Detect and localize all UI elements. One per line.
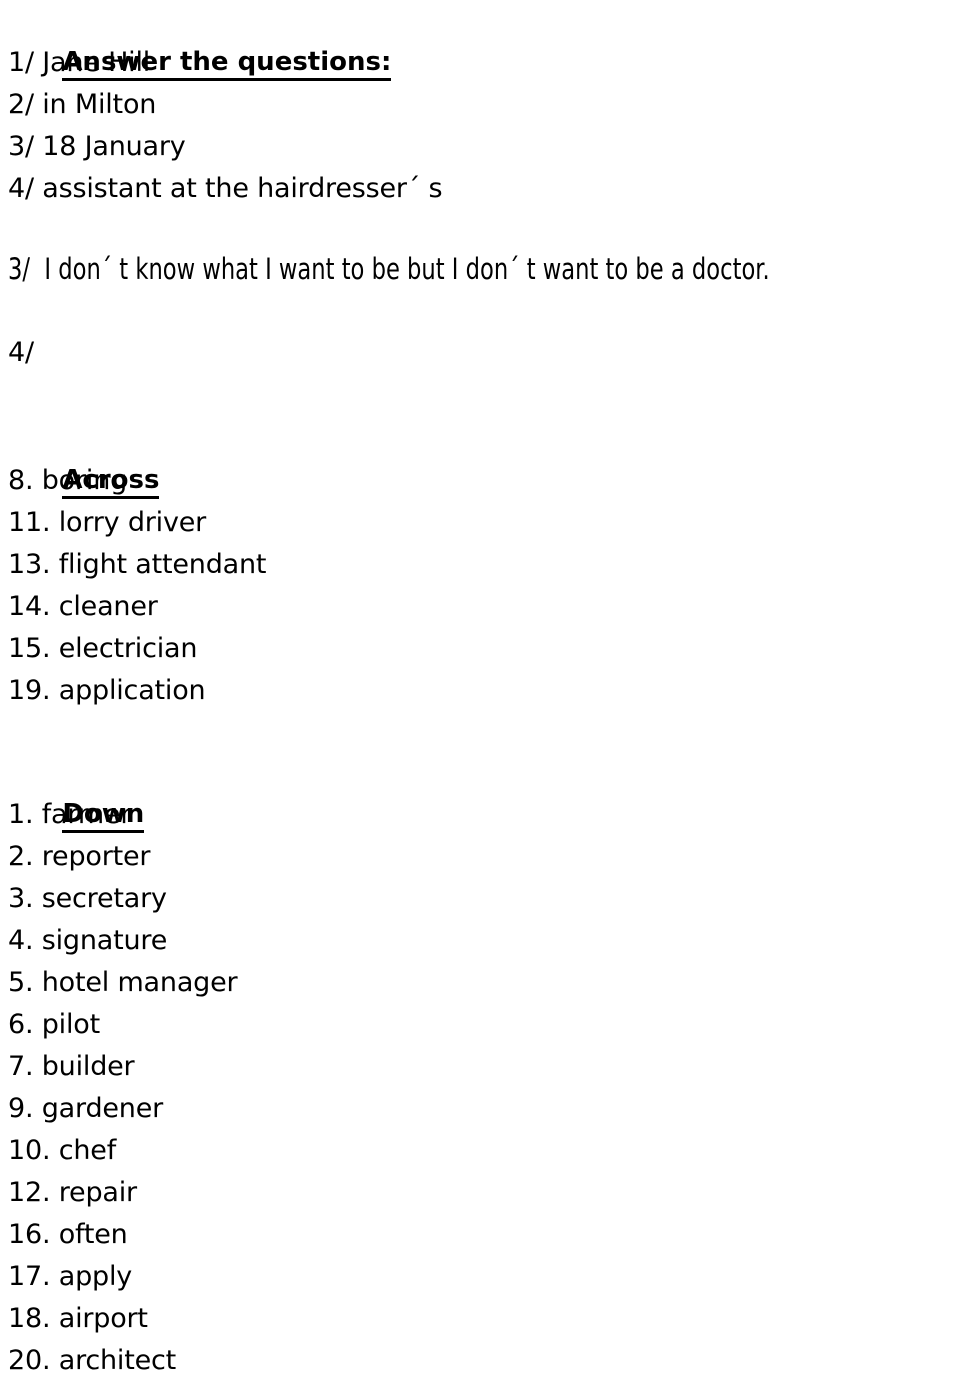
- across-item: 19. application: [8, 675, 206, 706]
- down-item: 6. pilot: [8, 1009, 100, 1040]
- sentence-answer-item: 3/ I don´ t know what I want to be but I…: [8, 252, 770, 286]
- down-item: 9. gardener: [8, 1093, 164, 1124]
- answer-item: 3/ 18 January: [8, 131, 186, 162]
- down-list: 1. farmer 2. reporter 3. secretary 4. si…: [8, 794, 960, 1382]
- across-item: 11. lorry driver: [8, 507, 207, 538]
- across-item: 15. electrician: [8, 633, 198, 664]
- document-content: Answer the questions: 1/ Jane Hill 2/ in…: [0, 0, 960, 1382]
- down-item: 18. airport: [8, 1303, 148, 1334]
- down-item: 7. builder: [8, 1051, 135, 1082]
- down-item: 17. apply: [8, 1261, 133, 1292]
- page-title: Answer the questions:: [8, 2, 960, 81]
- document-page: Answer the questions: 1/ Jane Hill 2/ in…: [0, 0, 960, 1376]
- across-heading: Across: [8, 420, 960, 499]
- across-item: 13. flight attendant: [8, 549, 267, 580]
- down-heading: Down: [8, 754, 960, 833]
- down-item: 16. often: [8, 1219, 128, 1250]
- down-item: 20. architect: [8, 1345, 177, 1376]
- down-item: 1. farmer: [8, 799, 132, 830]
- down-item: 2. reporter: [8, 841, 151, 872]
- down-item: 10. chef: [8, 1135, 116, 1166]
- sentence-answer-item: 4/: [8, 337, 34, 368]
- answer-item: 2/ in Milton: [8, 89, 157, 120]
- across-item: 14. cleaner: [8, 591, 158, 622]
- down-item: 4. signature: [8, 925, 168, 956]
- down-item: 5. hotel manager: [8, 967, 238, 998]
- answer-item: 4/ assistant at the hairdresser´ s: [8, 173, 443, 204]
- down-item: 12. repair: [8, 1177, 137, 1208]
- down-item: 3. secretary: [8, 883, 167, 914]
